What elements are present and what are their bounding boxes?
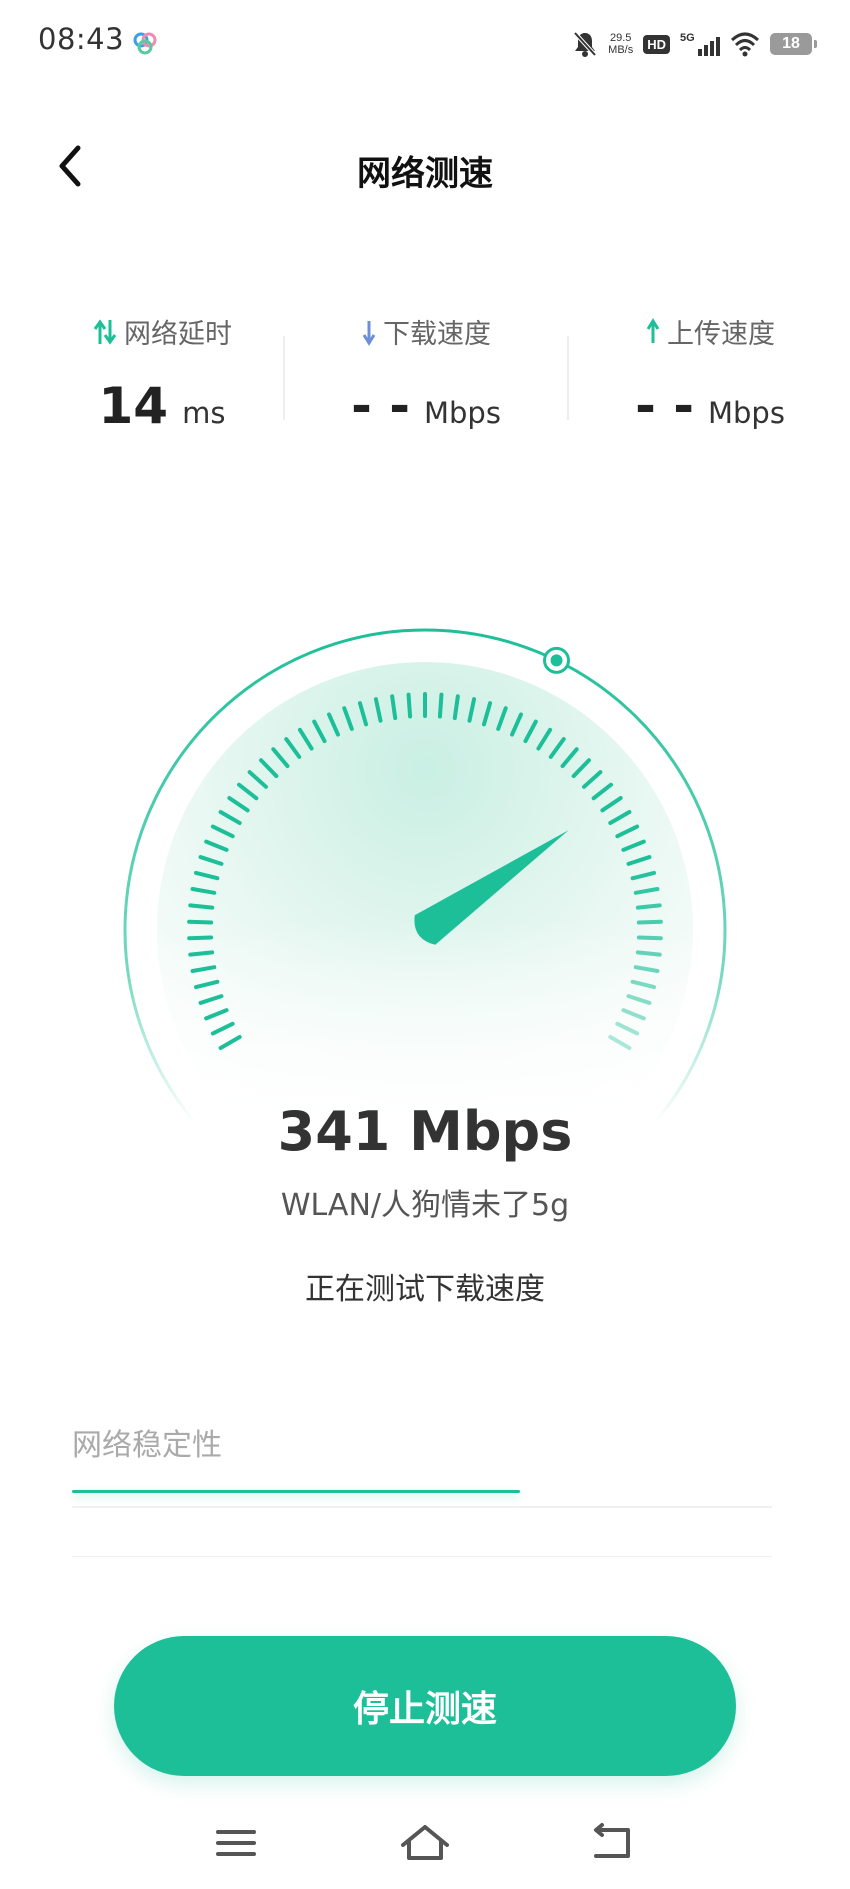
metric-upload-label-row: 上传速度: [645, 312, 775, 351]
current-speed: 341 Mbps: [277, 1100, 573, 1163]
back-return-icon[interactable]: [584, 1818, 644, 1868]
up-down-arrows-icon: [93, 318, 117, 345]
speed-gauge: [115, 628, 735, 1120]
gauge-tick: [188, 950, 215, 957]
gauge-bottom-fade: [115, 920, 735, 1120]
gauge-tick: [636, 935, 663, 941]
cellular-signal-icon: 5G: [680, 32, 720, 56]
net-speed-unit: MB/s: [608, 44, 634, 56]
stability-bar-wrap: [72, 1490, 772, 1502]
menu-icon[interactable]: [206, 1818, 266, 1868]
page-title: 网络测速: [357, 154, 493, 194]
section-divider: [72, 1556, 772, 1557]
gauge-tick: [636, 919, 663, 925]
metric-download-value: - -: [351, 377, 410, 435]
mute-bell-icon: [573, 31, 597, 57]
metric-latency-label: 网络延时: [124, 319, 232, 350]
stability-track: [72, 1506, 772, 1508]
status-time: 08:43: [38, 22, 125, 56]
metric-latency-value-row: 14 ms: [20, 377, 304, 435]
metric-upload: 上传速度 - - Mbps: [568, 312, 850, 435]
metric-latency-label-row: 网络延时: [92, 312, 232, 351]
network-name: WLAN/人狗情未了5g: [280, 1188, 570, 1223]
gauge-tick: [635, 903, 662, 910]
gauge-progress-dot: [543, 646, 571, 674]
gauge-tick: [635, 950, 662, 957]
wifi-icon: [730, 32, 760, 57]
metric-latency: 网络延时 14 ms: [20, 312, 304, 435]
battery-icon: 18: [770, 33, 817, 55]
down-arrow-icon: [362, 320, 376, 346]
gauge-tick: [187, 935, 214, 941]
app-notification-icon: [133, 32, 157, 55]
gauge-tick: [437, 692, 444, 719]
gauge-tick: [188, 903, 215, 910]
metric-download-value-row: - - Mbps: [284, 377, 568, 435]
up-arrow-icon: [646, 317, 660, 343]
gauge-tick: [406, 692, 413, 719]
status-icons: 29.5 MB/s HD 5G 18: [572, 24, 817, 64]
gauge-progress-dot-center: [550, 654, 563, 667]
signal-label: 5G: [680, 32, 695, 44]
stop-test-button[interactable]: 停止测速: [114, 1636, 736, 1776]
net-speed-value: 29.5: [609, 32, 632, 44]
metric-upload-unit: Mbps: [707, 396, 785, 430]
metric-download-label: 下载速度: [383, 319, 491, 350]
metric-upload-value: - -: [635, 377, 694, 435]
home-icon[interactable]: [395, 1818, 455, 1868]
stability-progress-bar: [72, 1490, 520, 1493]
metric-latency-unit: ms: [182, 396, 226, 430]
metric-latency-value: 14: [98, 377, 169, 435]
hd-badge: HD: [643, 34, 670, 54]
network-speed-indicator: 29.5 MB/s: [608, 32, 633, 56]
metric-upload-value-row: - - Mbps: [568, 377, 850, 435]
stability-label: 网络稳定性: [72, 1428, 222, 1463]
metric-download: 下载速度 - - Mbps: [284, 312, 568, 435]
gauge-tick: [187, 919, 214, 925]
metric-download-label-row: 下载速度: [361, 312, 491, 351]
test-status: 正在测试下载速度: [305, 1272, 545, 1307]
metric-download-unit: Mbps: [423, 396, 501, 430]
metric-upload-label: 上传速度: [667, 319, 775, 350]
